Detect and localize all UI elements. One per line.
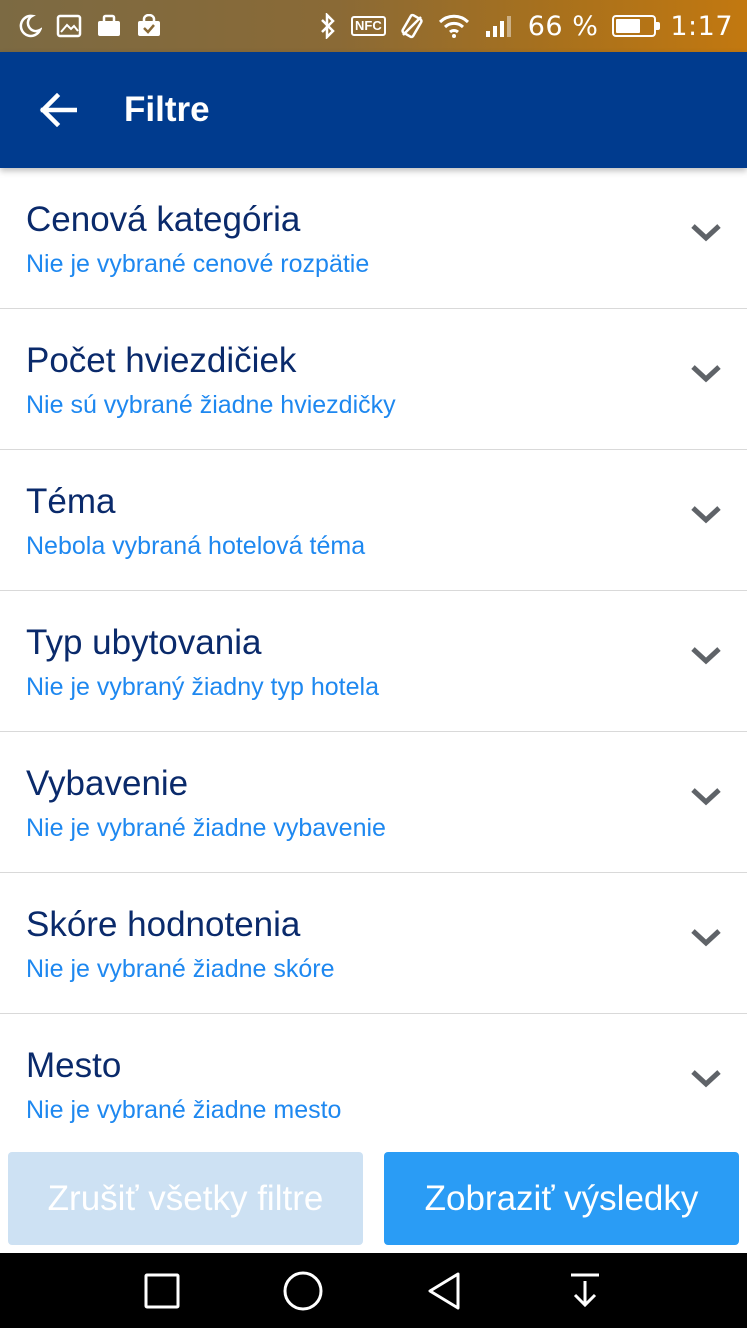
recents-square-icon [144,1273,180,1309]
bluetooth-icon [319,13,337,39]
clock: 1:17 [670,10,733,42]
arrow-left-icon [39,93,77,127]
filter-title: Mesto [26,1046,122,1085]
action-bar: Zrušiť všetky filtre Zobraziť výsledky [0,1140,747,1253]
filter-subtitle: Nie je vybraný žiadny typ hotela [26,673,379,701]
shopping-bag-icon [136,14,162,38]
status-right-icons: NFC 66 % 1:17 [319,11,733,42]
filter-subtitle: Nie sú vybrané žiadne hviezdičky [26,391,396,419]
filter-list: Cenová kategória Nie je vybrané cenové r… [0,168,747,1155]
chevron-down-icon [691,647,721,665]
page-title: Filtre [124,90,210,129]
notification-pull-button[interactable] [565,1271,605,1311]
chevron-down-icon [691,506,721,524]
chevron-down-icon [691,224,721,242]
filter-subtitle: Nie je vybrané žiadne vybavenie [26,814,386,842]
filter-star-rating[interactable]: Počet hviezdičiek Nie sú vybrané žiadne … [0,309,747,450]
home-button[interactable] [283,1271,323,1311]
chevron-down-icon [691,929,721,947]
signal-icon [484,14,514,38]
vibrate-icon [400,13,424,39]
filter-review-score[interactable]: Skóre hodnotenia Nie je vybrané žiadne s… [0,873,747,1014]
notification-pull-icon [571,1273,599,1308]
status-left-icons [18,14,162,38]
filter-theme[interactable]: Téma Nebola vybraná hotelová téma [0,450,747,591]
home-circle-icon [283,1271,323,1311]
filter-title: Skóre hodnotenia [26,905,301,944]
filter-title: Typ ubytovania [26,623,262,662]
filter-subtitle: Nie je vybrané cenové rozpätie [26,250,370,278]
nfc-icon: NFC [351,16,386,36]
wifi-icon [438,14,470,38]
filter-accommodation-type[interactable]: Typ ubytovania Nie je vybraný žiadny typ… [0,591,747,732]
image-icon [56,14,82,38]
show-results-button[interactable]: Zobraziť výsledky [384,1152,739,1245]
filter-title: Počet hviezdičiek [26,341,297,380]
filter-subtitle: Nebola vybraná hotelová téma [26,532,366,560]
system-nav-bar [0,1253,747,1328]
battery-level [616,19,641,33]
battery-percent: 66 % [527,10,599,42]
filter-subtitle: Nie je vybrané žiadne skóre [26,955,335,983]
clear-all-filters-button[interactable]: Zrušiť všetky filtre [8,1152,363,1245]
back-button[interactable] [28,80,88,140]
filter-price-category[interactable]: Cenová kategória Nie je vybrané cenové r… [0,168,747,309]
filter-title: Cenová kategória [26,200,301,239]
app-bar: Filtre [0,52,747,168]
back-nav-button[interactable] [424,1271,464,1311]
filter-title: Téma [26,482,116,521]
battery-icon [612,15,661,37]
moon-icon [18,14,42,38]
back-triangle-icon [428,1272,460,1310]
filter-city[interactable]: Mesto Nie je vybrané žiadne mesto [0,1014,747,1155]
filter-subtitle: Nie je vybrané žiadne mesto [26,1096,342,1124]
status-bar: NFC 66 % 1:17 [0,0,747,52]
filter-title: Vybavenie [26,764,189,803]
chevron-down-icon [691,365,721,383]
chevron-down-icon [691,1070,721,1088]
recents-button[interactable] [142,1271,182,1311]
filter-amenities[interactable]: Vybavenie Nie je vybrané žiadne vybaveni… [0,732,747,873]
briefcase-icon [96,14,122,38]
chevron-down-icon [691,788,721,806]
